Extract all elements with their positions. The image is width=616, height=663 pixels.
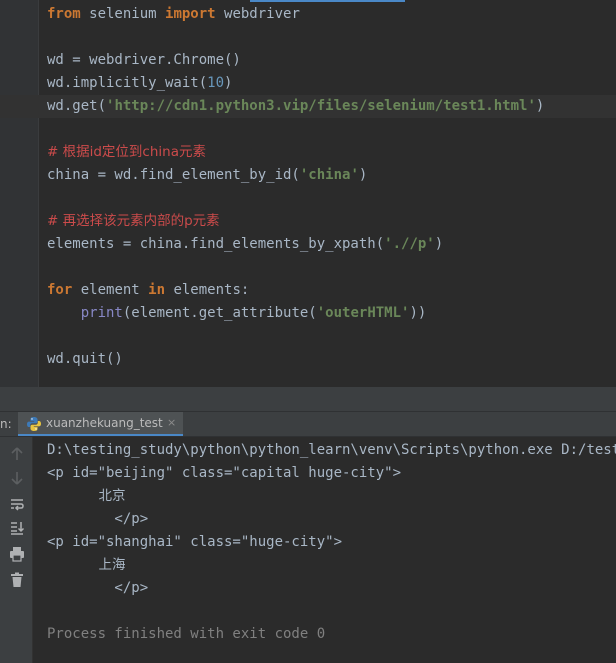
code-token: elements = china.find_elements_by_xpath( xyxy=(47,236,385,252)
code-line-text: print(element.get_attribute('outerHTML')… xyxy=(47,302,427,325)
code-line[interactable]: wd.get('http://cdn1.python3.vip/files/se… xyxy=(0,95,616,118)
run-label: n: xyxy=(0,417,12,431)
code-line[interactable]: print(element.get_attribute('outerHTML')… xyxy=(0,302,616,325)
code-token: 'outerHTML' xyxy=(316,305,410,321)
code-editor[interactable]: from selenium import webdriver wd = webdr… xyxy=(0,0,616,387)
code-line-text: from selenium import webdriver xyxy=(47,3,300,26)
python-icon xyxy=(26,416,42,432)
code-token: import xyxy=(165,6,216,22)
code-line[interactable]: # 再选择该元素内部的p元素 xyxy=(0,210,616,233)
run-side-toolbar xyxy=(0,437,33,663)
code-line-text: wd.quit() xyxy=(47,348,123,371)
code-token: 'china' xyxy=(299,167,359,183)
code-line-text: wd.get('http://cdn1.python3.vip/files/se… xyxy=(47,95,544,118)
console-line: </p> xyxy=(47,511,149,527)
code-line[interactable]: wd.quit() xyxy=(0,348,616,371)
code-line[interactable]: wd = webdriver.Chrome() xyxy=(0,49,616,72)
trash-icon[interactable] xyxy=(8,571,26,589)
code-line[interactable]: elements = china.find_elements_by_xpath(… xyxy=(0,233,616,256)
console-line: <p id="beijing" class="capital huge-city… xyxy=(47,465,402,481)
code-token: wd.get( xyxy=(47,98,107,114)
console-line: Process finished with exit code 0 xyxy=(47,626,326,642)
console-output[interactable]: D:\testing_study\python\python_learn\ven… xyxy=(33,437,616,663)
code-line-text: # 再选择该元素内部的p元素 xyxy=(47,210,220,233)
editor-bottom-bar xyxy=(0,387,616,411)
code-line[interactable] xyxy=(0,256,616,279)
print-icon[interactable] xyxy=(8,545,26,563)
ide-window: from selenium import webdriver wd = webdr… xyxy=(0,0,616,663)
code-token: wd.implicitly_wait( xyxy=(47,75,208,91)
code-line[interactable]: china = wd.find_element_by_id('china') xyxy=(0,164,616,187)
up-arrow-icon[interactable] xyxy=(8,445,26,463)
code-token: selenium xyxy=(80,6,166,22)
code-line[interactable]: # 根据id定位到china元素 xyxy=(0,141,616,164)
code-line-text: wd.implicitly_wait(10) xyxy=(47,72,232,95)
code-token: # 再选择该元素内部的p元素 xyxy=(47,213,220,229)
code-token: from xyxy=(47,6,81,22)
code-line[interactable]: for element in elements: xyxy=(0,279,616,302)
code-token: webdriver xyxy=(215,6,300,22)
code-token: './/p' xyxy=(384,236,435,252)
code-token: ) xyxy=(358,167,368,183)
code-line-text: for element in elements: xyxy=(47,279,249,302)
run-tool-window-header: n: xuanzhekuang_test × xyxy=(0,411,616,437)
code-line[interactable]: wd.implicitly_wait(10) xyxy=(0,72,616,95)
code-token: # 根据id定位到china元素 xyxy=(47,144,206,160)
code-token: china = wd.find_element_by_id( xyxy=(47,167,300,183)
console-line: D:\testing_study\python\python_learn\ven… xyxy=(47,442,616,458)
soft-wrap-icon[interactable] xyxy=(8,495,26,513)
code-line[interactable] xyxy=(0,118,616,141)
code-token: wd = webdriver.Chrome() xyxy=(47,52,241,68)
code-line[interactable] xyxy=(0,325,616,348)
code-line[interactable] xyxy=(0,187,616,210)
code-line[interactable]: from selenium import webdriver xyxy=(0,3,616,26)
run-config-tab[interactable]: xuanzhekuang_test × xyxy=(18,412,183,436)
code-token: element xyxy=(72,282,149,298)
code-token: )) xyxy=(409,305,427,321)
console-line: <p id="shanghai" class="huge-city"> xyxy=(47,534,343,550)
run-tab-name: xuanzhekuang_test xyxy=(46,416,163,430)
code-token: print xyxy=(80,305,123,321)
console-line: 北京 xyxy=(47,488,126,504)
code-line-text: wd = webdriver.Chrome() xyxy=(47,49,241,72)
editor-tab-indicator xyxy=(250,0,405,2)
code-line-text: china = wd.find_element_by_id('china') xyxy=(47,164,367,187)
code-token: elements: xyxy=(165,282,250,298)
down-arrow-icon[interactable] xyxy=(8,469,26,487)
console-line: </p> xyxy=(47,580,149,596)
console-line: 上海 xyxy=(47,557,126,573)
code-token: wd.quit() xyxy=(47,351,123,367)
code-token: for xyxy=(47,282,73,298)
close-icon[interactable]: × xyxy=(167,412,176,434)
code-token: in xyxy=(148,282,166,298)
code-token: 10 xyxy=(207,75,225,91)
code-line[interactable] xyxy=(0,26,616,49)
code-line-text: # 根据id定位到china元素 xyxy=(47,141,206,164)
code-token: (element.get_attribute( xyxy=(122,305,317,321)
code-token: ) xyxy=(434,236,444,252)
scroll-to-end-icon[interactable] xyxy=(8,519,26,537)
code-token: 'http://cdn1.python3.vip/files/selenium/… xyxy=(106,98,536,114)
code-token: ) xyxy=(224,75,233,91)
code-line-text: elements = china.find_elements_by_xpath(… xyxy=(47,233,443,256)
code-token: ) xyxy=(535,98,545,114)
